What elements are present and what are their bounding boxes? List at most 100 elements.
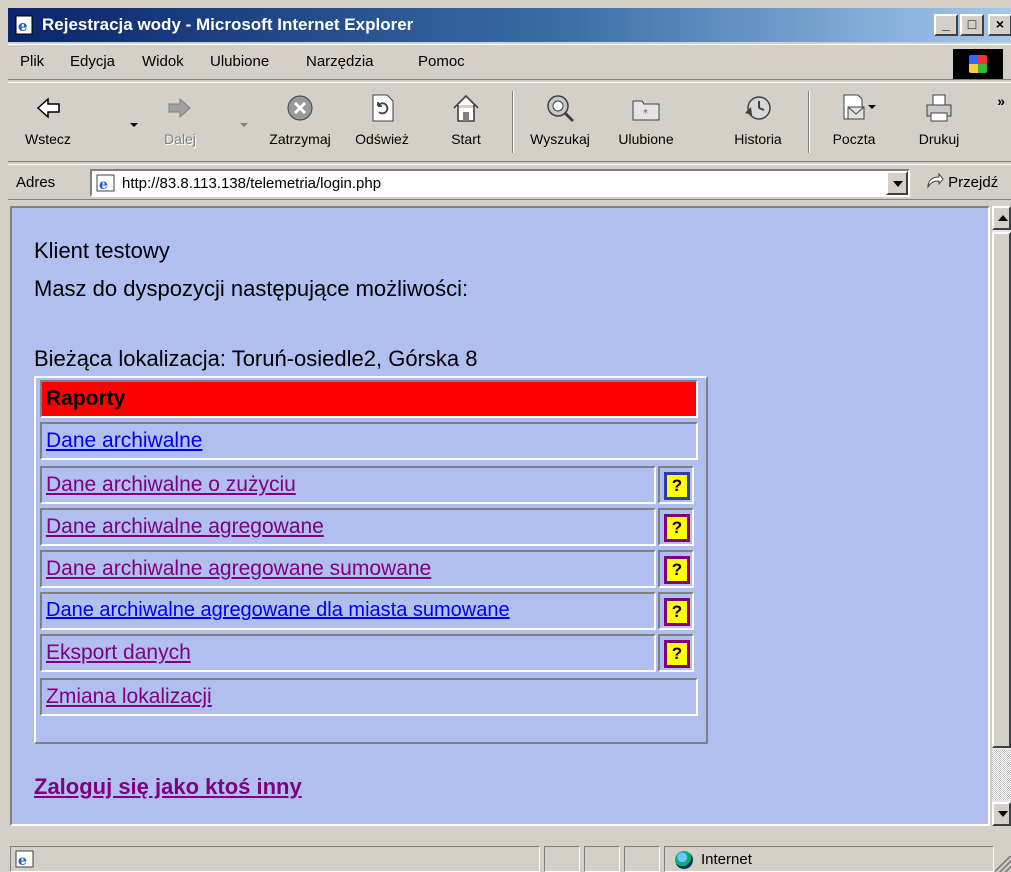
- link-dane-archiwalne[interactable]: Dane archiwalne: [46, 429, 202, 453]
- help-icon: ?: [664, 472, 690, 500]
- help-icon: ?: [664, 640, 690, 668]
- status-panel: [544, 846, 580, 872]
- toolbar-overflow-icon[interactable]: »: [997, 93, 1005, 109]
- home-button[interactable]: Start: [436, 89, 496, 155]
- vertical-scrollbar[interactable]: [992, 206, 1011, 826]
- stop-button[interactable]: Zatrzymaj: [258, 89, 342, 155]
- client-name: Klient testowy: [34, 238, 170, 263]
- favorites-button[interactable]: * Ulubione: [604, 89, 688, 155]
- print-button[interactable]: Drukuj: [904, 89, 974, 155]
- resize-grip-icon[interactable]: [995, 856, 1011, 872]
- link-dane-archiwalne-agregowane[interactable]: Dane archiwalne agregowane: [46, 515, 324, 539]
- forward-arrow-icon: [168, 97, 191, 119]
- print-label: Drukuj: [918, 131, 960, 147]
- help-button[interactable]: ?: [658, 550, 694, 588]
- favorites-folder-icon: *: [632, 100, 660, 121]
- link-dane-archiwalne-agregowane-sumowane[interactable]: Dane archiwalne agregowane sumowane: [46, 557, 431, 581]
- address-input[interactable]: e http://83.8.113.138/telemetria/login.p…: [90, 169, 910, 197]
- security-zone-panel: Internet: [664, 846, 994, 872]
- refresh-button[interactable]: Odśwież: [342, 89, 422, 155]
- menu-edycja[interactable]: Edycja: [70, 53, 115, 70]
- search-label: Wyszukaj: [530, 131, 590, 147]
- browser-window: e Rejestracja wody - Microsoft Internet …: [0, 0, 1011, 872]
- history-button[interactable]: Historia: [720, 89, 796, 155]
- help-button[interactable]: ?: [658, 508, 694, 546]
- search-button[interactable]: Wyszukaj: [520, 89, 600, 155]
- reports-table: Raporty Dane archiwalne Dane archiwalne …: [34, 376, 708, 744]
- page-content: Klient testowy Masz do dyspozycji następ…: [10, 206, 990, 826]
- stop-label: Zatrzymaj: [269, 131, 331, 147]
- scroll-thumb[interactable]: [992, 232, 1011, 748]
- close-button[interactable]: ×: [988, 14, 1011, 36]
- scroll-down-button[interactable]: [992, 802, 1011, 826]
- link-dane-archiwalne-agregowane-dla-miasta-sumowane[interactable]: Dane archiwalne agregowane dla miasta su…: [46, 599, 510, 622]
- address-dropdown-icon[interactable]: [886, 171, 908, 195]
- toolbar-separator: [808, 91, 810, 153]
- forward-dropdown-icon[interactable]: [240, 123, 248, 127]
- scroll-track[interactable]: [992, 750, 1011, 800]
- title-bar: e Rejestracja wody - Microsoft Internet …: [8, 8, 1011, 42]
- back-button[interactable]: Wstecz: [12, 89, 84, 155]
- stop-icon: [287, 95, 313, 121]
- table-row: Eksport danych: [40, 634, 656, 672]
- forward-button[interactable]: Dalej: [148, 89, 212, 155]
- reports-header-label: Raporty: [46, 387, 126, 410]
- go-arrow-icon: [927, 172, 944, 189]
- link-dane-archiwalne-o-zuzyciu[interactable]: Dane archiwalne o zużyciu: [46, 473, 296, 497]
- help-button[interactable]: ?: [658, 592, 694, 630]
- mail-button[interactable]: Poczta: [816, 89, 892, 155]
- window-title: Rejestracja wody - Microsoft Internet Ex…: [42, 15, 414, 34]
- help-button[interactable]: ?: [658, 466, 694, 504]
- status-bar: e Internet: [8, 840, 1011, 872]
- options-intro: Masz do dyspozycji następujące możliwośc…: [34, 276, 469, 301]
- help-icon: ?: [664, 556, 690, 584]
- login-as-other-link[interactable]: Zaloguj się jako ktoś inny: [34, 774, 302, 800]
- reports-header: Raporty: [40, 380, 698, 418]
- history-icon: [745, 96, 771, 120]
- address-bar: Adres e http://83.8.113.138/telemetria/l…: [8, 164, 1011, 200]
- menu-pomoc[interactable]: Pomoc: [418, 53, 465, 70]
- favorites-label: Ulubione: [618, 131, 674, 147]
- mail-label: Poczta: [832, 131, 876, 147]
- table-row: Zmiana lokalizacji: [40, 678, 698, 716]
- ie-page-icon: e: [15, 15, 33, 35]
- menu-widok[interactable]: Widok: [142, 53, 184, 70]
- security-zone-label: Internet: [701, 851, 752, 868]
- mail-dropdown-icon[interactable]: [868, 105, 876, 109]
- search-globe-icon: [547, 95, 575, 123]
- go-button[interactable]: Przejdź: [926, 172, 999, 191]
- toolbar-separator: [512, 91, 514, 153]
- status-main-panel: e: [10, 846, 540, 872]
- svg-text:e: e: [99, 177, 108, 192]
- back-dropdown-icon[interactable]: [130, 123, 138, 127]
- toolbar: Wstecz Dalej Zatrzymaj Odśwież Start Wys…: [8, 82, 1011, 162]
- ie-page-icon: e: [96, 174, 115, 192]
- menu-narzedzia[interactable]: Narzędzia: [306, 53, 374, 70]
- printer-icon: [926, 94, 952, 122]
- link-eksport-danych[interactable]: Eksport danych: [46, 641, 191, 665]
- menu-bar: Plik Edycja Widok Ulubione Narzędzia Pom…: [8, 44, 1011, 80]
- help-button[interactable]: ?: [658, 634, 694, 672]
- table-row: Dane archiwalne agregowane sumowane: [40, 550, 656, 588]
- address-label: Adres: [16, 174, 56, 191]
- help-icon: ?: [664, 514, 690, 542]
- svg-text:e: e: [18, 853, 27, 868]
- windows-logo-icon: [953, 49, 1003, 79]
- home-icon: [453, 94, 479, 122]
- link-zmiana-lokalizacji[interactable]: Zmiana lokalizacji: [46, 685, 212, 709]
- maximize-button[interactable]: □: [960, 14, 984, 36]
- svg-text:e: e: [18, 17, 28, 35]
- forward-label: Dalej: [164, 131, 196, 147]
- mail-icon: [843, 94, 865, 120]
- menu-plik[interactable]: Plik: [20, 53, 44, 70]
- table-row: Dane archiwalne: [40, 422, 698, 460]
- go-label: Przejdź: [948, 174, 999, 191]
- home-label: Start: [451, 131, 481, 147]
- internet-globe-icon: [675, 851, 693, 869]
- back-arrow-icon: [36, 97, 60, 119]
- scroll-up-button[interactable]: [992, 206, 1011, 230]
- svg-text:*: *: [643, 108, 648, 119]
- status-panel: [624, 846, 660, 872]
- minimize-button[interactable]: _: [934, 14, 958, 36]
- menu-ulubione[interactable]: Ulubione: [210, 53, 269, 70]
